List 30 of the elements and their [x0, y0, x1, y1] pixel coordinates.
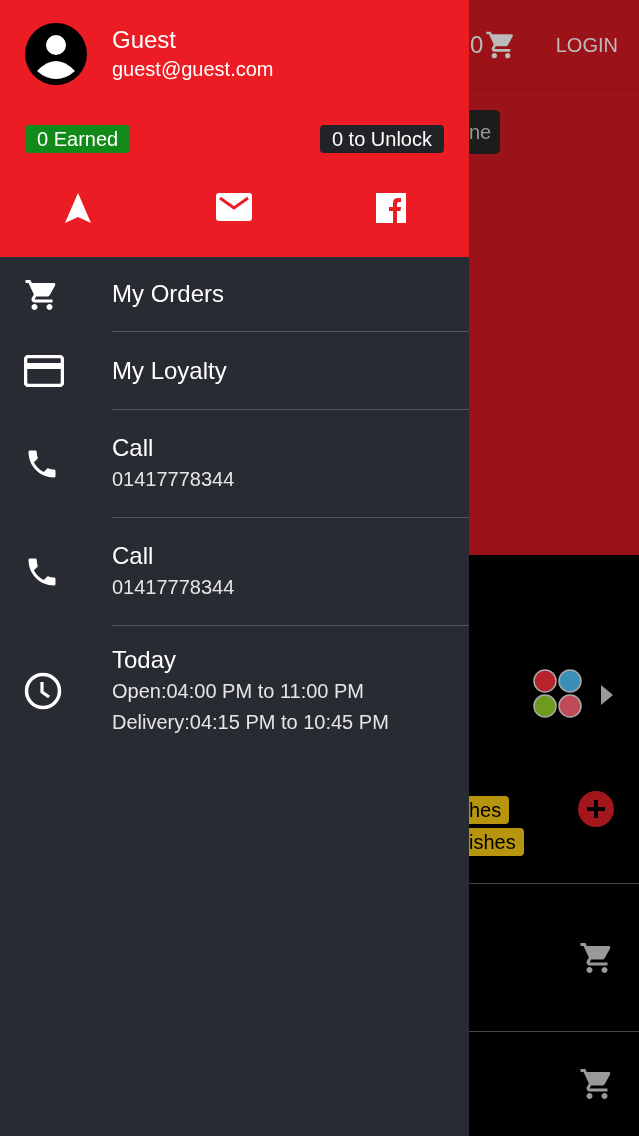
login-button[interactable]: LOGIN: [555, 29, 618, 60]
mail-icon[interactable]: [216, 193, 253, 221]
tag: ishes: [469, 828, 524, 856]
menu-item[interactable]: Today Open:04:00 PM to 11:00 PM Delivery:04:15 PM to 10:45 PM: [0, 626, 469, 756]
tag: ne: [469, 110, 500, 154]
points-badge: 0 Earned: [25, 125, 131, 153]
menu-item-title: Call: [112, 433, 155, 463]
menu-item[interactable]: My Loyalty: [0, 332, 469, 410]
credit-card-icon: [24, 355, 64, 387]
add-icon[interactable]: [578, 791, 614, 827]
chevron-right-icon[interactable]: [601, 685, 613, 705]
item-row[interactable]: hes ishes: [469, 555, 639, 883]
menu-item-title: Today: [112, 645, 178, 675]
menu-item-title: My Orders: [112, 279, 225, 309]
menu-item-title: Call: [112, 541, 155, 571]
avatar-icon: [25, 23, 87, 85]
user-name: Guest: [112, 25, 178, 55]
menu-item[interactable]: My Orders: [0, 257, 469, 332]
menu-item-detail: Open:04:00 PM to 11:00 PM: [112, 679, 365, 704]
clock-icon: [24, 672, 62, 710]
menu-item-detail: Delivery:04:15 PM to 10:45 PM: [112, 710, 390, 735]
navigation-icon[interactable]: [65, 193, 92, 223]
user-email: guest@guest.com: [112, 57, 274, 82]
menu-item-title: My Loyalty: [112, 355, 228, 386]
tag: hes: [469, 796, 510, 824]
menu-item-detail: 01417778344: [112, 575, 236, 600]
menu-item-detail: 01417778344: [112, 467, 236, 492]
cart-count: 0: [470, 29, 484, 60]
points-badge: 0 to Unlock: [319, 125, 444, 153]
facebook-icon[interactable]: [375, 193, 406, 223]
